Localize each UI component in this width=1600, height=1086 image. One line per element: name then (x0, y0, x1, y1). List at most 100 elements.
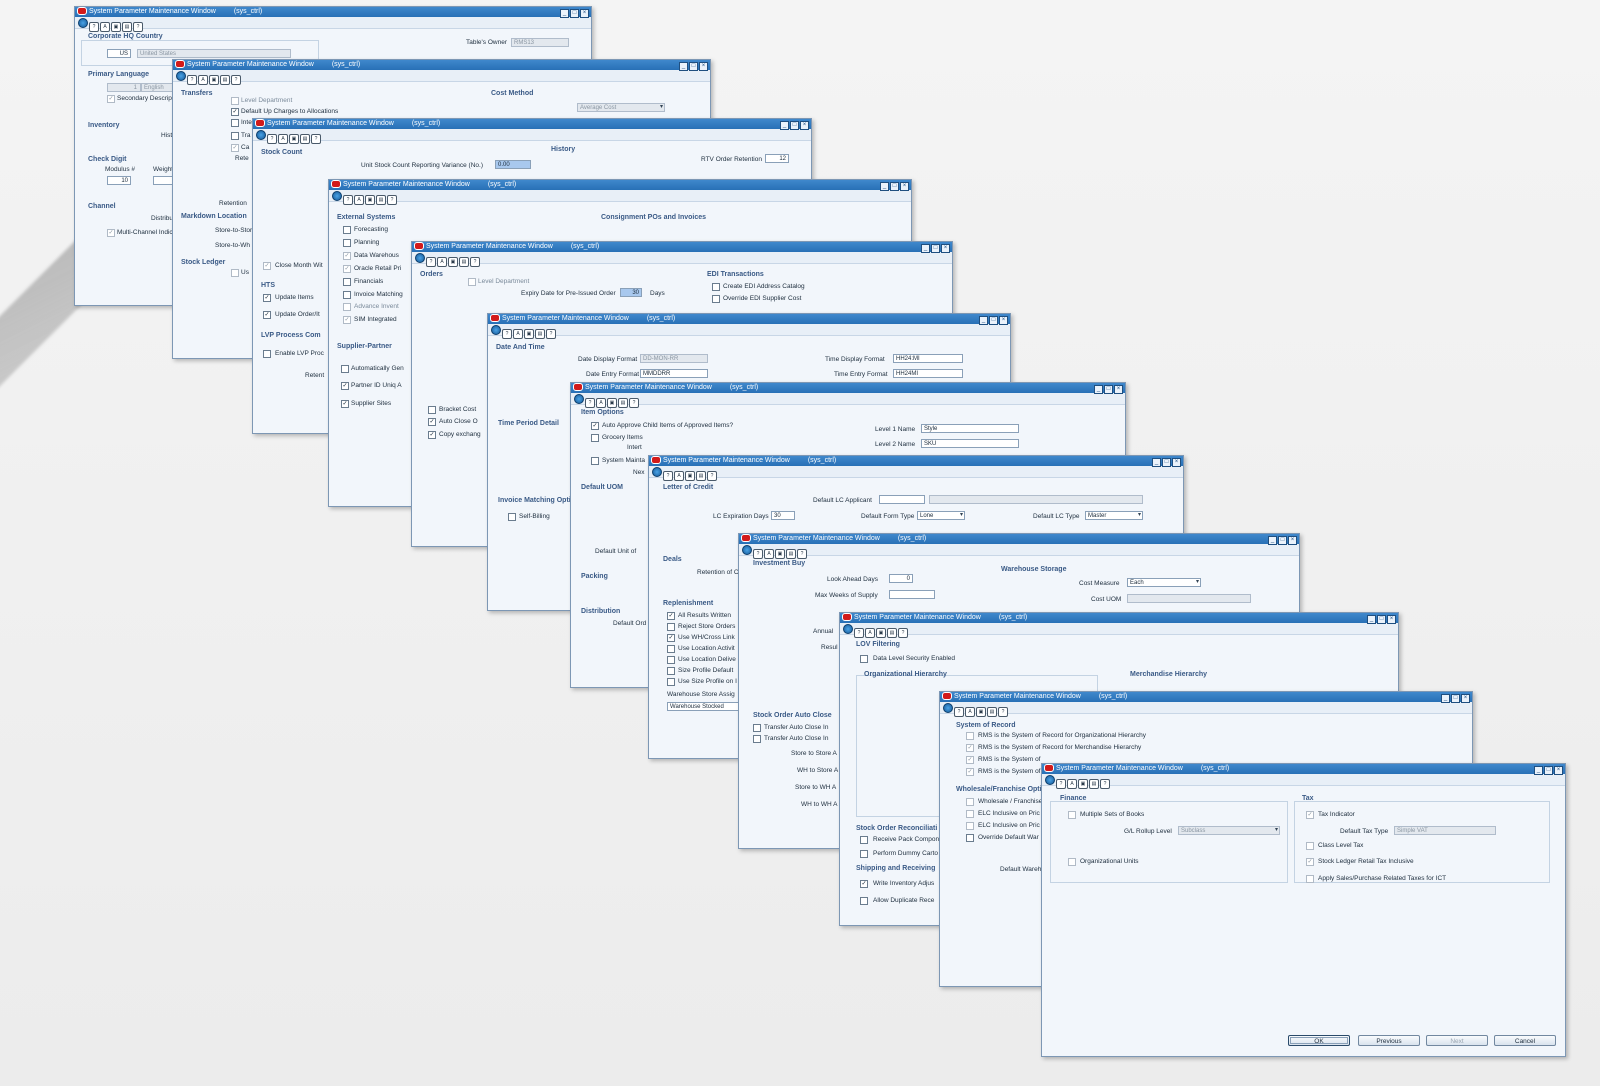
checkbox[interactable] (508, 513, 516, 521)
save-icon[interactable]: ▣ (775, 549, 785, 559)
checkbox[interactable] (860, 850, 868, 858)
checkbox[interactable] (966, 732, 974, 740)
checkbox[interactable] (231, 269, 239, 277)
cancel-button[interactable]: Cancel (1494, 1035, 1556, 1046)
text-field[interactable]: HH24:MI (893, 354, 963, 363)
about-icon[interactable]: ? (387, 195, 397, 205)
save-icon[interactable]: ▣ (876, 628, 886, 638)
checkbox[interactable] (468, 278, 476, 286)
checkbox[interactable] (231, 132, 239, 140)
checkbox[interactable]: ✓ (343, 316, 351, 324)
checkbox[interactable] (428, 406, 436, 414)
titlebar[interactable]: System Parameter Maintenance Window (sys_… (739, 534, 1299, 545)
checkbox[interactable]: ✓ (107, 95, 115, 103)
checkbox[interactable] (667, 645, 675, 653)
minimize-icon[interactable]: _ (979, 316, 988, 325)
print-icon[interactable]: ▤ (1089, 779, 1099, 789)
titlebar[interactable]: System Parameter Maintenance Window (sys_… (840, 613, 1398, 624)
close-icon[interactable]: × (1554, 766, 1563, 775)
gl-rollup-select[interactable]: Subclass (1178, 826, 1280, 835)
titlebar[interactable]: System Parameter Maintenance Window (sys_… (75, 7, 591, 18)
save-icon[interactable]: ▣ (976, 707, 986, 717)
spellcheck-icon[interactable]: A (513, 329, 523, 339)
checkbox[interactable] (860, 655, 868, 663)
close-icon[interactable]: × (1288, 536, 1297, 545)
text-field[interactable]: Warehouse Stocked (667, 702, 739, 711)
globe-icon[interactable] (1045, 775, 1055, 785)
help-icon[interactable]: ? (267, 134, 277, 144)
minimize-icon[interactable]: _ (1094, 385, 1103, 394)
help-icon[interactable]: ? (343, 195, 353, 205)
checkbox[interactable]: ✓ (263, 294, 271, 302)
help-icon[interactable]: ? (854, 628, 864, 638)
print-icon[interactable]: ▤ (122, 22, 132, 32)
help-icon[interactable]: ? (89, 22, 99, 32)
about-icon[interactable]: ? (133, 22, 143, 32)
spellcheck-icon[interactable]: A (764, 549, 774, 559)
titlebar[interactable]: System Parameter Maintenance Window (sys_… (412, 242, 952, 253)
globe-icon[interactable] (574, 394, 584, 404)
spellcheck-icon[interactable]: A (437, 257, 447, 267)
print-icon[interactable]: ▤ (300, 134, 310, 144)
spellcheck-icon[interactable]: A (596, 398, 606, 408)
checkbox[interactable] (712, 283, 720, 291)
maximize-icon[interactable]: □ (1162, 458, 1171, 467)
sys-param-window-12[interactable]: System Parameter Maintenance Window (sys_… (1041, 763, 1566, 1057)
spellcheck-icon[interactable]: A (100, 22, 110, 32)
close-icon[interactable]: × (900, 182, 909, 191)
checkbox[interactable]: ✓ (231, 144, 239, 152)
text-field[interactable]: DD-MON-RR (640, 354, 708, 363)
minimize-icon[interactable]: _ (679, 62, 688, 71)
text-field[interactable]: 30 (771, 511, 795, 520)
about-icon[interactable]: ? (707, 471, 717, 481)
text-field[interactable]: 12 (765, 154, 789, 163)
checkbox[interactable] (343, 291, 351, 299)
globe-icon[interactable] (843, 624, 853, 634)
text-field[interactable]: 0.00 (495, 160, 531, 169)
about-icon[interactable]: ? (629, 398, 639, 408)
titlebar[interactable]: System Parameter Maintenance Window (sys_… (329, 180, 911, 191)
checkbox[interactable] (591, 434, 599, 442)
print-icon[interactable]: ▤ (459, 257, 469, 267)
minimize-icon[interactable]: _ (921, 244, 930, 253)
titlebar[interactable]: System Parameter Maintenance Window (sys_… (488, 314, 1010, 325)
checkbox[interactable]: ✓ (263, 311, 271, 319)
titlebar[interactable]: System Parameter Maintenance Window (sys_… (571, 383, 1125, 394)
print-icon[interactable]: ▤ (220, 75, 230, 85)
minimize-icon[interactable]: _ (1441, 694, 1450, 703)
checkbox[interactable]: ✓ (263, 262, 271, 270)
save-icon[interactable]: ▣ (607, 398, 617, 408)
text-field[interactable]: SKU (921, 439, 1019, 448)
globe-icon[interactable] (652, 467, 662, 477)
about-icon[interactable]: ? (1100, 779, 1110, 789)
maximize-icon[interactable]: □ (689, 62, 698, 71)
titlebar[interactable]: System Parameter Maintenance Window (sys_… (253, 119, 811, 130)
maximize-icon[interactable]: □ (1104, 385, 1113, 394)
checkbox[interactable] (591, 457, 599, 465)
checkbox[interactable]: ✓ (107, 229, 115, 237)
checkbox[interactable]: ✓ (860, 880, 868, 888)
checkbox[interactable] (231, 119, 239, 127)
text-field[interactable]: Style (921, 424, 1019, 433)
titlebar[interactable]: System Parameter Maintenance Window (sys_… (940, 692, 1472, 703)
print-icon[interactable]: ▤ (696, 471, 706, 481)
close-icon[interactable]: × (999, 316, 1008, 325)
globe-icon[interactable] (332, 191, 342, 201)
checkbox[interactable]: ✓ (341, 382, 349, 390)
checkbox[interactable] (667, 656, 675, 664)
help-icon[interactable]: ? (753, 549, 763, 559)
checkbox[interactable] (753, 724, 761, 732)
help-icon[interactable]: ? (502, 329, 512, 339)
checkbox[interactable] (231, 97, 239, 105)
minimize-icon[interactable]: _ (780, 121, 789, 130)
checkbox[interactable]: ✓ (231, 108, 239, 116)
maximize-icon[interactable]: □ (989, 316, 998, 325)
globe-icon[interactable] (491, 325, 501, 335)
close-icon[interactable]: × (1114, 385, 1123, 394)
save-icon[interactable]: ▣ (365, 195, 375, 205)
text-field[interactable]: MMDDRR (640, 369, 708, 378)
text-field[interactable] (889, 590, 935, 599)
globe-icon[interactable] (943, 703, 953, 713)
globe-icon[interactable] (742, 545, 752, 555)
spellcheck-icon[interactable]: A (674, 471, 684, 481)
